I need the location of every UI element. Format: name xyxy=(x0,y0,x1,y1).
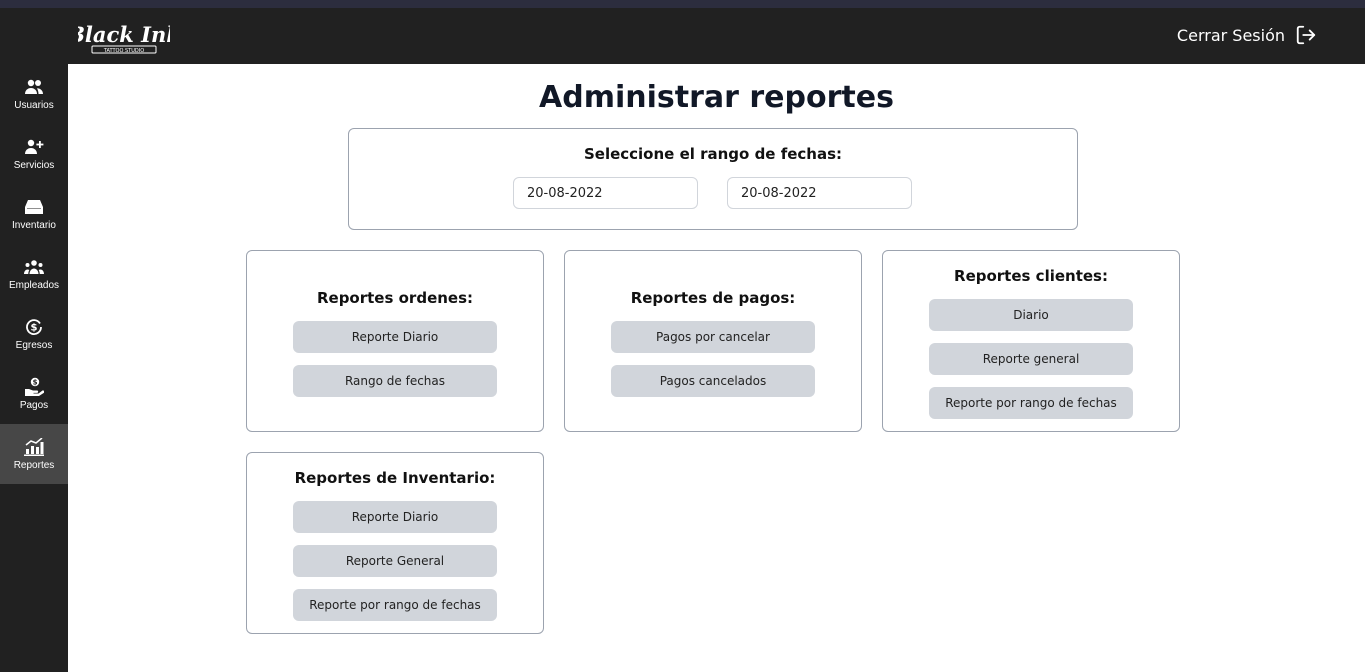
sidebar-label: Empleados xyxy=(8,280,60,291)
date-range-title: Seleccione el rango de fechas: xyxy=(583,145,843,163)
inventario-reporte-diario-button[interactable]: Reporte Diario xyxy=(293,501,497,533)
card-title: Reportes clientes: xyxy=(954,267,1108,285)
sidebar-item-servicios[interactable]: Servicios xyxy=(0,124,68,184)
user-plus-icon xyxy=(23,137,45,157)
team-icon xyxy=(23,257,45,277)
black-ink-logo[interactable]: Black Ink TATTOO STUDIO xyxy=(66,16,181,58)
logout-label: Cerrar Sesión xyxy=(1176,25,1285,45)
sidebar-item-inventario[interactable]: Inventario xyxy=(0,184,68,244)
inbox-icon xyxy=(23,197,45,217)
svg-text:$: $ xyxy=(31,323,38,334)
card-reportes-inventario: Reportes de Inventario: Reporte Diario R… xyxy=(246,452,544,634)
hand-coin-icon: $ xyxy=(23,377,45,397)
pagos-cancelados-button[interactable]: Pagos cancelados xyxy=(611,365,815,397)
page-title: Administrar reportes xyxy=(539,80,894,115)
logout-button[interactable]: Cerrar Sesión xyxy=(1177,24,1317,46)
clientes-diario-button[interactable]: Diario xyxy=(929,299,1133,331)
svg-text:$: $ xyxy=(33,379,38,387)
ordenes-rango-fechas-button[interactable]: Rango de fechas xyxy=(293,365,497,397)
ordenes-reporte-diario-button[interactable]: Reporte Diario xyxy=(293,321,497,353)
dollar-circle-icon: $ xyxy=(23,317,45,337)
bar-chart-icon xyxy=(23,437,45,457)
sidebar-item-egresos[interactable]: $ Egresos xyxy=(0,304,68,364)
pagos-por-cancelar-button[interactable]: Pagos por cancelar xyxy=(611,321,815,353)
card-title: Reportes de Inventario: xyxy=(294,469,496,487)
sidebar-label: Servicios xyxy=(13,160,55,171)
inventario-reporte-general-button[interactable]: Reporte General xyxy=(293,545,497,577)
top-header: Black Ink TATTOO STUDIO Cerrar Sesión xyxy=(0,8,1365,64)
end-date-input[interactable] xyxy=(727,177,912,209)
sidebar-item-empleados[interactable]: Empleados xyxy=(0,244,68,304)
sidebar-label: Reportes xyxy=(13,460,55,471)
card-reportes-clientes: Reportes clientes: Diario Reporte genera… xyxy=(882,250,1180,432)
card-title: Reportes ordenes: xyxy=(316,289,474,307)
clientes-rango-fechas-button[interactable]: Reporte por rango de fechas xyxy=(929,387,1133,419)
logo-sub-text: TATTOO STUDIO xyxy=(103,48,144,54)
sidebar-label: Usuarios xyxy=(14,100,54,111)
card-reportes-ordenes: Reportes ordenes: Reporte Diario Rango d… xyxy=(246,250,544,432)
start-date-input[interactable] xyxy=(513,177,698,209)
window-top-strip xyxy=(0,0,1365,8)
date-range-panel: Seleccione el rango de fechas: xyxy=(348,128,1078,230)
inventario-rango-fechas-button[interactable]: Reporte por rango de fechas xyxy=(293,589,497,621)
sidebar-item-reportes[interactable]: Reportes xyxy=(0,424,68,484)
clientes-reporte-general-button[interactable]: Reporte general xyxy=(929,343,1133,375)
sidebar-label: Egresos xyxy=(15,340,53,351)
sidebar-item-usuarios[interactable]: Usuarios xyxy=(0,64,68,124)
logout-icon xyxy=(1295,24,1317,46)
sidebar-label: Pagos xyxy=(19,400,49,411)
logo-main-text: Black Ink xyxy=(78,22,170,47)
sidebar-label: Inventario xyxy=(12,220,56,231)
card-reportes-pagos: Reportes de pagos: Pagos por cancelar Pa… xyxy=(564,250,862,432)
card-title: Reportes de pagos: xyxy=(630,289,796,307)
sidebar: Usuarios Servicios Inventario Empleados xyxy=(0,64,68,672)
users-icon xyxy=(23,77,45,97)
sidebar-item-pagos[interactable]: $ Pagos xyxy=(0,364,68,424)
